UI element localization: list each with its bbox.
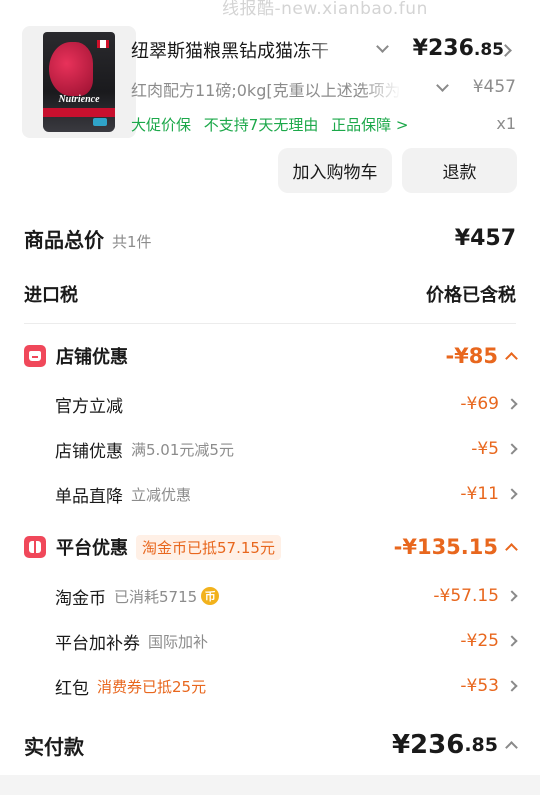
discount-row-item[interactable]: 单品直降 立减优惠 -¥11 [55,480,518,508]
original-price: ¥457 [472,77,516,97]
goods-total-label: 商品总价 [24,227,104,252]
platform-discount-value: -¥135.15 [393,535,498,559]
shop-discount-label: 店铺优惠 [56,347,128,368]
tag-price-protect: 大促价保 [131,116,192,134]
discount-row-platform-coupon[interactable]: 平台加补券 国际加补 -¥25 [55,627,518,655]
shop-discount-header[interactable]: 店铺优惠 -¥85 [24,341,518,371]
refund-button[interactable]: 退款 [402,148,517,193]
watermark-text: 线报酷-new.xianbao.fun [222,0,428,19]
platform-discount-label: 平台优惠 [56,538,128,559]
cat-food-bag-image: Nutrience [43,32,115,132]
divider [24,323,516,324]
goods-total-value: ¥457 [454,225,516,251]
coin-icon: 币 [201,587,220,605]
actual-payment-value: ¥236.85 [392,730,518,760]
gift-icon [24,536,46,558]
import-tax-label: 进口税 [24,285,78,306]
service-tags[interactable]: 大促价保 不支持7天无理由 正品保障 > [131,114,416,135]
bag-brand-text: Nutrience [58,94,100,105]
goods-count: 共1件 [112,232,152,251]
quantity: x1 [496,114,516,133]
chevron-right-icon [506,635,518,647]
chevron-right-icon [506,398,518,410]
product-thumbnail[interactable]: Nutrience [22,26,136,138]
discount-row-coin[interactable]: 淘金币 已消耗5715 币 -¥57.15 [55,582,518,610]
discount-row-red-packet[interactable]: 红包 消费券已抵25元 -¥53 [55,672,518,700]
chevron-right-icon [506,488,518,500]
product-spec[interactable]: 红肉配方11磅;0kg[克重以上述选项为准] [131,77,401,101]
discount-row-shop[interactable]: 店铺优惠 满5.01元减5元 -¥5 [55,435,518,463]
shop-icon [24,345,46,367]
tag-no-return: 不支持7天无理由 [203,116,319,134]
product-price: ¥236.85 [412,36,504,61]
chevron-right-icon [506,443,518,455]
platform-discount-header[interactable]: 平台优惠 淘金币已抵57.15元 -¥135.15 [24,532,518,562]
import-tax-value: 价格已含税 [426,285,516,306]
goods-total-row: 商品总价 共1件 ¥457 [24,222,516,254]
product-title[interactable]: 纽翠斯猫粮黑钻成猫冻干 [131,37,346,63]
import-tax-row: 进口税 价格已含税 [24,280,516,308]
actual-payment-row[interactable]: 实付款 ¥236.85 [24,728,518,762]
tag-genuine[interactable]: 正品保障 > [331,116,408,134]
actual-payment-label: 实付款 [24,734,84,759]
add-to-cart-button[interactable]: 加入购物车 [278,148,392,193]
chevron-up-icon[interactable] [505,543,518,556]
chevron-up-icon[interactable] [505,741,518,754]
shop-discount-value: -¥85 [445,344,498,368]
bottom-bar [0,775,540,795]
canada-flag-icon [97,40,109,48]
chevron-right-icon [506,590,518,602]
discount-row-official[interactable]: 官方立减 -¥69 [55,390,518,418]
chevron-right-icon [506,680,518,692]
coin-deduct-pill: 淘金币已抵57.15元 [136,534,281,560]
chevron-up-icon[interactable] [505,352,518,365]
